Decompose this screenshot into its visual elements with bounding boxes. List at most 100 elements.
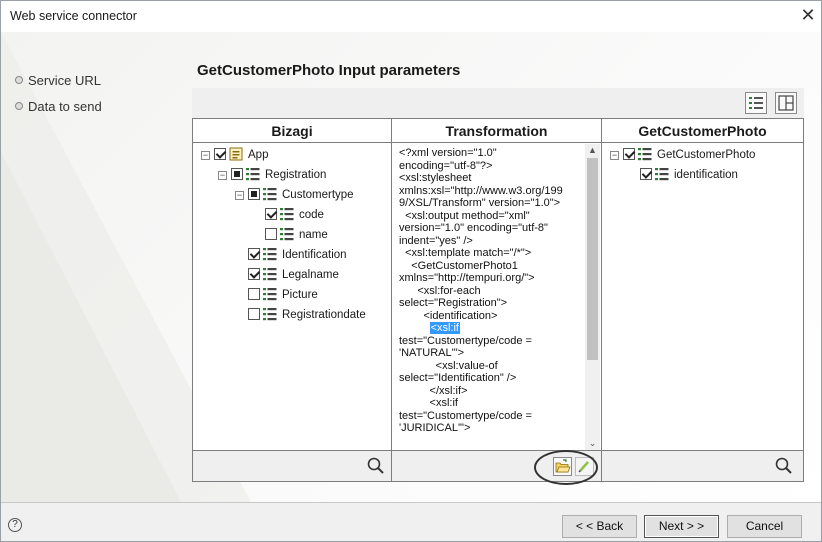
nav-item-service-url[interactable]: Service URL: [15, 73, 101, 91]
list-icon: [638, 148, 657, 161]
xslt-line: <GetCustomerPhoto1: [399, 259, 518, 272]
list-icon: [655, 168, 674, 181]
nav-item-label: Data to send: [28, 99, 102, 114]
xslt-line: 'NATURAL'">: [399, 347, 465, 359]
xslt-line: encoding="utf-8"?>: [399, 159, 493, 172]
tree-node[interactable]: − Customertype: [235, 185, 354, 205]
xslt-editor[interactable]: <?xml version="1.0" encoding="utf-8"?> <xs…: [392, 144, 582, 450]
collapse-icon[interactable]: −: [235, 191, 244, 200]
tree-list-icon: [749, 97, 763, 109]
selected-text[interactable]: <xsl:if: [429, 322, 460, 334]
node-checkbox[interactable]: [214, 148, 226, 160]
tree-node[interactable]: Registrationdate: [235, 305, 366, 325]
bizagi-panel-footer: [193, 450, 391, 481]
annotation-ellipse: [534, 450, 598, 485]
xslt-line: <xsl:template match="/*">: [399, 247, 532, 259]
layout-icon: [778, 95, 794, 111]
cancel-button[interactable]: Cancel: [727, 515, 802, 538]
collapse-icon[interactable]: −: [218, 171, 227, 180]
xslt-line: </xsl:if>: [399, 384, 468, 397]
tree-node[interactable]: name: [252, 225, 328, 245]
list-icon: [263, 268, 282, 281]
xslt-line: select="Identification" />: [399, 372, 517, 384]
tree-node[interactable]: identification: [627, 165, 738, 185]
list-icon: [263, 188, 282, 201]
node-checkbox[interactable]: [640, 168, 652, 180]
tree-node[interactable]: code: [252, 205, 324, 225]
tree-node-label: Identification: [282, 249, 347, 261]
xslt-line: xmlns="http://tempuri.org/">: [399, 272, 535, 284]
mapping-toolbar: [192, 88, 804, 118]
xslt-line: version="1.0" encoding="utf-8": [399, 222, 548, 234]
target-panel-footer: [602, 450, 803, 481]
next-button[interactable]: Next > >: [644, 515, 719, 538]
xslt-line: 'JURIDICAL'">: [399, 422, 471, 434]
node-checkbox[interactable]: [265, 228, 277, 240]
tree-node-label: identification: [674, 169, 738, 181]
xslt-line: <?xml version="1.0": [399, 147, 497, 159]
node-checkbox[interactable]: [248, 248, 260, 260]
collapse-icon[interactable]: −: [201, 151, 210, 160]
search-icon: [367, 457, 384, 474]
bizagi-panel-title: Bizagi: [193, 119, 391, 143]
node-checkbox[interactable]: [265, 208, 277, 220]
xslt-indent: [399, 322, 430, 334]
tree-node-label: App: [248, 149, 269, 161]
node-checkbox[interactable]: [248, 188, 260, 200]
bullet-icon: [15, 76, 23, 84]
xslt-line: <xsl:if: [399, 397, 458, 409]
xslt-line: <xsl:stylesheet: [399, 172, 472, 184]
list-icon: [263, 288, 282, 301]
node-checkbox[interactable]: [231, 168, 243, 180]
tree-view-button[interactable]: [745, 92, 767, 114]
xslt-line: <xsl:if: [399, 322, 460, 335]
xslt-line: <xsl:for-each: [399, 284, 481, 297]
node-checkbox[interactable]: [248, 268, 260, 280]
xslt-line: <xsl:output method="xml": [399, 209, 530, 222]
scroll-thumb[interactable]: [587, 158, 598, 360]
list-icon: [263, 248, 282, 261]
help-icon[interactable]: ?: [8, 518, 22, 532]
scroll-up-icon[interactable]: ▲: [585, 144, 600, 157]
tree-node[interactable]: Identification: [235, 245, 347, 265]
nav-item-data-to-send[interactable]: Data to send: [15, 99, 102, 117]
list-icon: [263, 308, 282, 321]
bizagi-search-button[interactable]: [366, 456, 386, 476]
tree-node[interactable]: − Registration: [218, 165, 326, 185]
list-icon: [280, 208, 299, 221]
dialog-button-bar: ? < < Back Next > > Cancel: [1, 502, 821, 541]
web-service-connector-window: Web service connector ✕ Service URL Data…: [0, 0, 822, 542]
tree-node-label: name: [299, 229, 328, 241]
target-panel: GetCustomerPhoto − GetCustomerPhoto identi…: [602, 119, 803, 481]
node-checkbox[interactable]: [248, 308, 260, 320]
xslt-line: test="Customertype/code =: [399, 334, 532, 347]
back-button[interactable]: < < Back: [562, 515, 637, 538]
collapse-icon[interactable]: −: [610, 151, 619, 160]
transformation-panel: Transformation <?xml version="1.0" encodi…: [392, 119, 602, 481]
xslt-line: <identification>: [399, 309, 498, 322]
xslt-line: xmlns:xsl="http://www.w3.org/199: [399, 184, 563, 197]
target-panel-title: GetCustomerPhoto: [602, 119, 803, 143]
transformation-panel-title: Transformation: [392, 119, 601, 143]
node-checkbox[interactable]: [248, 288, 260, 300]
xslt-line: indent="yes" />: [399, 234, 473, 247]
tree-node[interactable]: Picture: [235, 285, 318, 305]
xslt-scrollbar[interactable]: ▲ ⌄: [585, 144, 600, 450]
list-icon: [280, 228, 299, 241]
scroll-down-icon[interactable]: ⌄: [585, 437, 600, 450]
layout-button[interactable]: [775, 92, 797, 114]
window-title: Web service connector: [10, 9, 137, 23]
xslt-line: <xsl:value-of: [399, 359, 498, 372]
mapping-panels: Bizagi − App − Registration − Customertype cod…: [192, 118, 804, 482]
target-search-button[interactable]: [774, 456, 794, 476]
bizagi-panel: Bizagi − App − Registration − Customertype cod…: [193, 119, 392, 481]
tree-node[interactable]: Legalname: [235, 265, 339, 285]
tree-node-label: code: [299, 209, 324, 221]
bullet-icon: [15, 102, 23, 110]
close-icon[interactable]: ✕: [797, 4, 819, 26]
tree-node-label: Registrationdate: [282, 309, 366, 321]
node-checkbox[interactable]: [623, 148, 635, 160]
tree-node[interactable]: − App: [201, 145, 268, 165]
title-bar: Web service connector ✕: [1, 1, 821, 32]
tree-node[interactable]: − GetCustomerPhoto: [610, 145, 755, 165]
